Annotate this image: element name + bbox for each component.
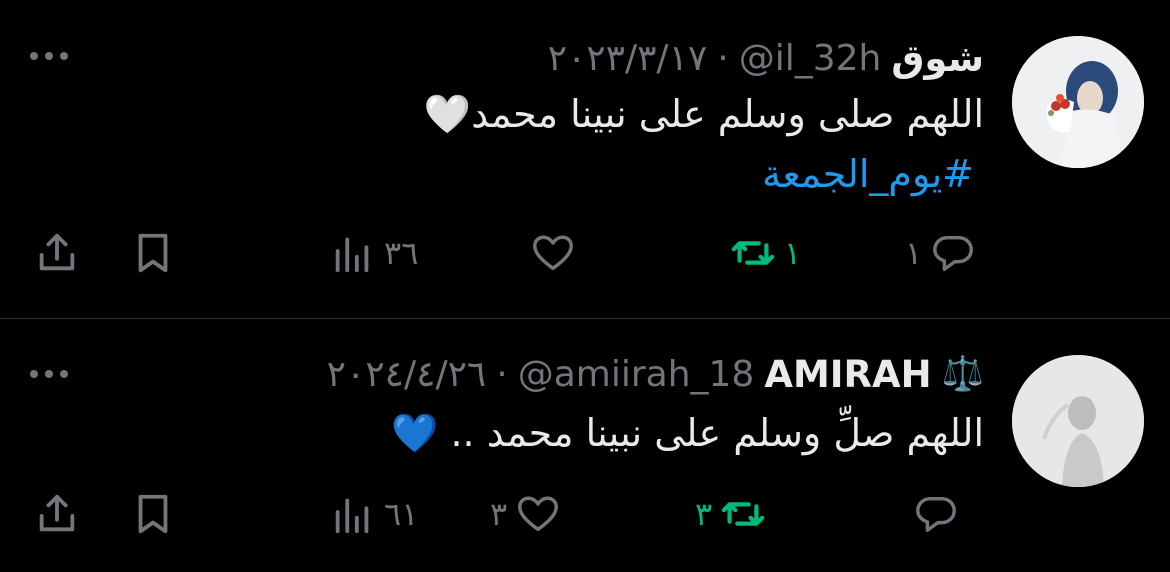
tweet-text: اللهم صلِّ وسلم على نبينا محمد .. 💙 (391, 411, 984, 455)
reply-icon (916, 496, 956, 533)
reply-button[interactable]: ١ (905, 228, 976, 278)
likes-count: ٣ (490, 495, 508, 533)
share-icon (39, 494, 75, 532)
tweet[interactable]: شوق @il_32h · ٢٠٢٣/٣/١٧ اللهم صلى وسلم ع… (0, 0, 1170, 318)
bookmark-icon (138, 494, 168, 534)
reply-icon (933, 235, 974, 272)
more-options-icon[interactable] (30, 364, 80, 384)
heart-icon (533, 235, 573, 271)
avatar[interactable] (1012, 355, 1144, 487)
views-button[interactable]: ٣٦ (330, 228, 418, 278)
balance-scale-icon: ⚖️ (941, 354, 984, 394)
action-bar: ٦١ ٣ ٣ (0, 489, 1170, 539)
bookmark-button[interactable] (130, 489, 176, 539)
bookmark-button[interactable] (130, 228, 176, 278)
retweet-icon (721, 502, 765, 526)
action-bar: ٣٦ ١ ١ (0, 228, 1170, 278)
views-button[interactable]: ٦١ (330, 489, 418, 539)
retweet-button[interactable]: ٣ (695, 489, 766, 539)
tweet-text: اللهم صلى وسلم على نبينا محمد🤍 (423, 92, 984, 136)
separator-dot: · (496, 353, 508, 395)
tweet-header: شوق @il_32h · ٢٠٢٣/٣/١٧ (548, 37, 984, 80)
reply-button[interactable] (905, 489, 959, 539)
hashtag-link[interactable]: #يوم_الجمعة (762, 152, 974, 196)
share-button[interactable] (34, 228, 80, 278)
heart-icon (518, 496, 559, 532)
views-count: ٦١ (384, 495, 419, 533)
views-icon (335, 498, 369, 534)
tweet[interactable]: ⚖️ AMIRAH @amiirah_18 · ٢٠٢٤/٤/٢٦ اللهم … (0, 319, 1170, 572)
user-handle[interactable]: @amiirah_18 (518, 354, 755, 395)
more-options-icon[interactable] (30, 46, 80, 66)
retweet-button[interactable]: ١ (730, 228, 801, 278)
display-name[interactable]: AMIRAH (764, 353, 931, 396)
tweet-date[interactable]: ٢٠٢٣/٣/١٧ (548, 38, 708, 79)
tweet-date[interactable]: ٢٠٢٤/٤/٢٦ (327, 354, 487, 395)
like-button[interactable] (530, 228, 584, 278)
views-icon (335, 237, 369, 273)
retweets-count: ١ (784, 234, 802, 272)
avatar[interactable] (1012, 36, 1144, 168)
views-count: ٣٦ (384, 234, 419, 272)
share-icon (39, 233, 75, 271)
retweets-count: ٣ (695, 495, 713, 533)
bookmark-icon (138, 233, 168, 273)
display-name[interactable]: شوق (891, 37, 984, 80)
user-handle[interactable]: @il_32h (739, 38, 882, 79)
retweet-icon (731, 241, 775, 265)
tweet-header: ⚖️ AMIRAH @amiirah_18 · ٢٠٢٤/٤/٢٦ (327, 353, 984, 396)
replies-count: ١ (905, 234, 923, 272)
share-button[interactable] (34, 489, 80, 539)
like-button[interactable]: ٣ (490, 489, 561, 539)
separator-dot: · (717, 37, 729, 79)
